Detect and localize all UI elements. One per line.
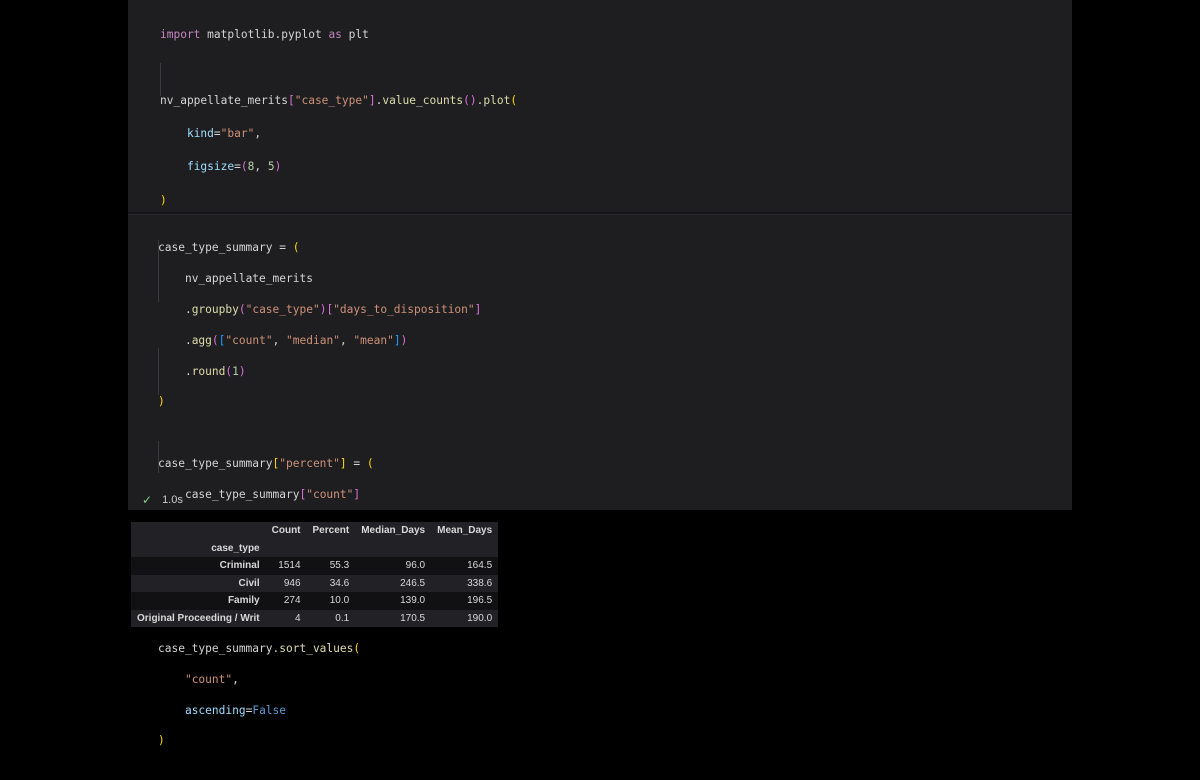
row-label: Family (227, 595, 260, 607)
table-cell: 96.0 (405, 560, 426, 572)
code-editor[interactable]: case_type_summary = ( nv_appellate_merit… (158, 225, 481, 780)
cell-output: Count Percent Median_Days Mean_Days case… (128, 510, 1072, 630)
code-cell-summary[interactable]: case_type_summary = ( nv_appellate_merit… (128, 214, 1072, 747)
column-header: Percent (312, 525, 350, 537)
code-line: nv_appellate_merits["case_type"].value_c… (160, 93, 518, 107)
token-keyword: as (328, 27, 342, 41)
row-label: Original Proceeding / Writ (137, 612, 260, 624)
table-cell: 196.5 (467, 595, 493, 607)
column-header: Count (271, 525, 301, 537)
table-cell: 55.3 (329, 560, 350, 572)
code-line: kind="bar", (186, 127, 262, 141)
execution-time: 1.0s (162, 494, 183, 506)
check-icon: ✓ (142, 493, 153, 507)
table-cell: 10.0 (329, 595, 350, 607)
table-cell: 1514 (278, 560, 301, 572)
code-line: nv_appellate_merits (184, 272, 313, 286)
table-cell: 34.6 (329, 577, 350, 589)
code-cell-plot[interactable]: import matplotlib.pyplot as plt nv_appel… (128, 0, 1072, 406)
row-label: Criminal (219, 560, 260, 572)
code-line: ) (158, 395, 165, 409)
column-header: Mean_Days (437, 525, 493, 537)
token-module: matplotlib.pyplot (207, 27, 322, 41)
row-label: Civil (238, 577, 260, 589)
table-row: Original Proceeding / Writ 4 0.1 170.5 1… (131, 609, 499, 627)
table-cell: 164.5 (467, 560, 493, 572)
code-line: .round(1) (158, 364, 246, 378)
code-line: ascending=False (184, 703, 287, 717)
code-line: figsize=(8, 5) (186, 160, 282, 174)
table-cell: 338.6 (467, 577, 493, 589)
column-header: Median_Days (361, 525, 426, 537)
table-cell: 246.5 (400, 577, 426, 589)
code-line: .agg(["count", "median", "mean"]) (158, 333, 408, 347)
table-cell: 4 (294, 612, 301, 624)
index-name: case_type (211, 542, 260, 554)
table-header-row: Count Percent Median_Days Mean_Days (131, 522, 499, 540)
table-cell: 190.0 (467, 612, 493, 624)
table-cell: 0.1 (335, 612, 350, 624)
code-line: ) (158, 734, 165, 748)
table-row: Family 274 10.0 139.0 196.5 (131, 592, 499, 610)
dataframe-table: Count Percent Median_Days Mean_Days case… (131, 522, 499, 627)
code-line: case_type_summary["percent"] = ( (158, 457, 374, 471)
index-name-row: case_type (131, 539, 499, 557)
table-row: Criminal 1514 55.3 96.0 164.5 (131, 557, 499, 575)
code-line: .groupby("case_type")["days_to_dispositi… (158, 303, 482, 317)
table-row: Civil 946 34.6 246.5 338.6 (131, 574, 499, 592)
table-cell: 170.5 (400, 612, 426, 624)
table-cell: 946 (283, 577, 301, 589)
code-line: case_type_summary["count"] (184, 487, 361, 501)
table-cell: 139.0 (400, 595, 426, 607)
code-line: "count", (184, 672, 239, 686)
code-line: case_type_summary = ( (158, 241, 300, 255)
table-cell: 274 (283, 595, 301, 607)
token-keyword: import (160, 27, 201, 41)
code-line: import matplotlib.pyplot as plt (160, 27, 517, 44)
code-line: case_type_summary.sort_values( (158, 641, 361, 655)
token-alias: plt (348, 27, 369, 41)
index-header-blank (131, 522, 266, 540)
execution-status: ✓ 1.0s (142, 492, 183, 508)
code-line: ) (160, 193, 167, 207)
